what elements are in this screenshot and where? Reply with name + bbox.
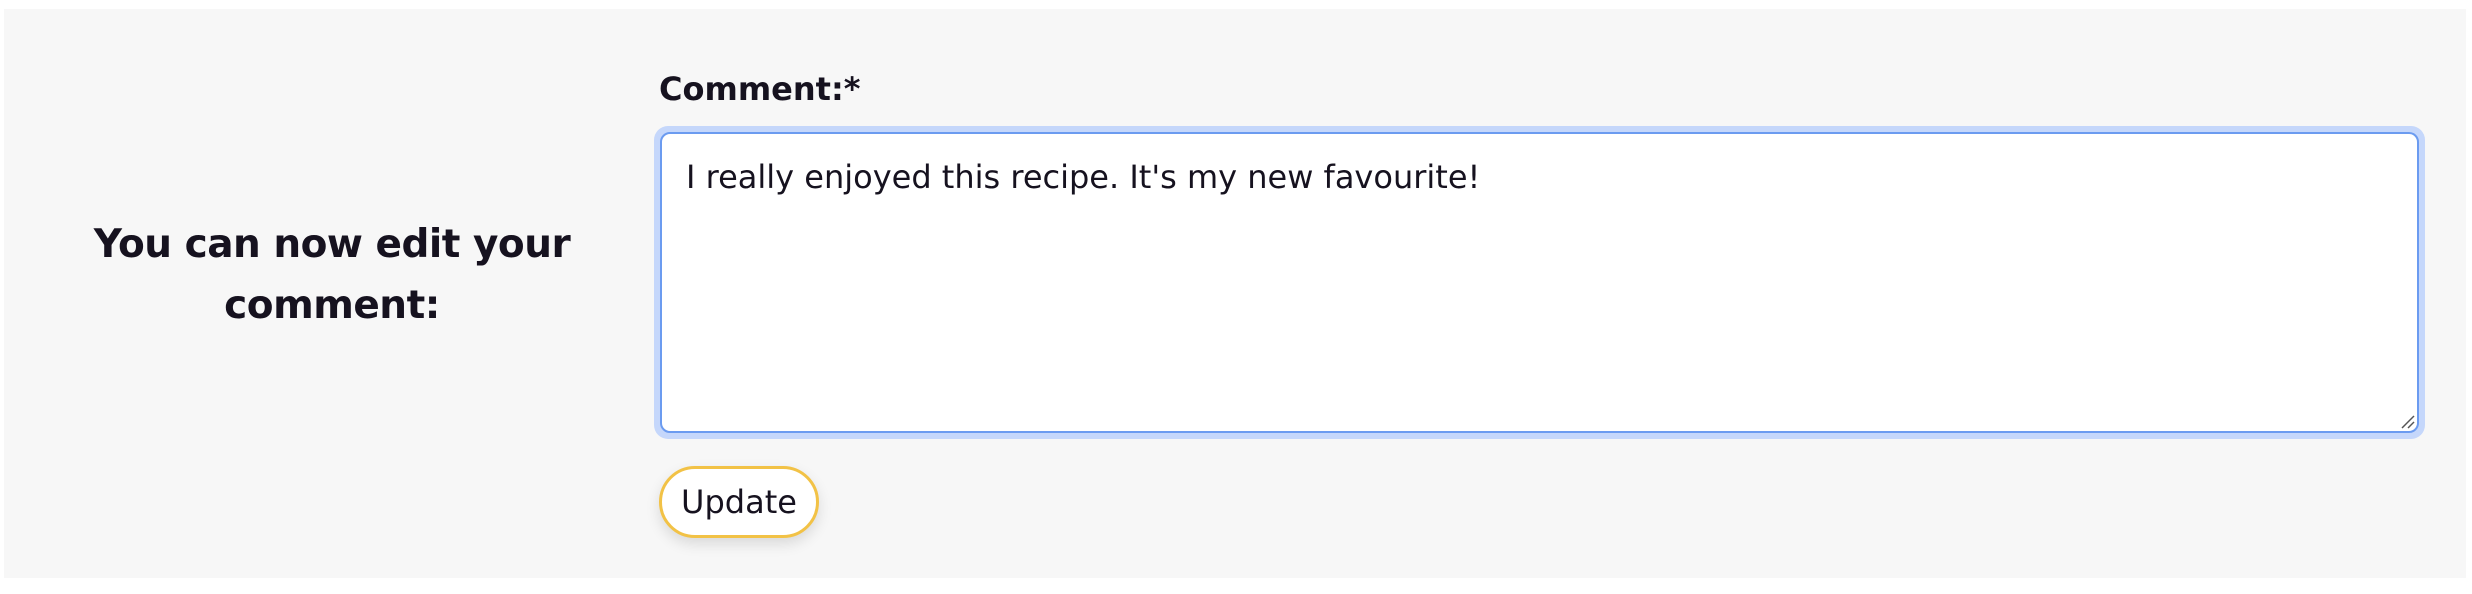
update-button[interactable]: Update [659,466,819,538]
edit-comment-heading: You can now edit your comment: [93,222,571,328]
resize-handle-icon[interactable] [2399,413,2415,429]
comment-focus-ring: I really enjoyed this recipe. It's my ne… [654,126,2425,439]
comment-label: Comment:* [659,70,861,108]
comment-textarea[interactable]: I really enjoyed this recipe. It's my ne… [660,132,2419,433]
edit-comment-panel: You can now edit your comment: Comment:*… [4,9,2466,578]
